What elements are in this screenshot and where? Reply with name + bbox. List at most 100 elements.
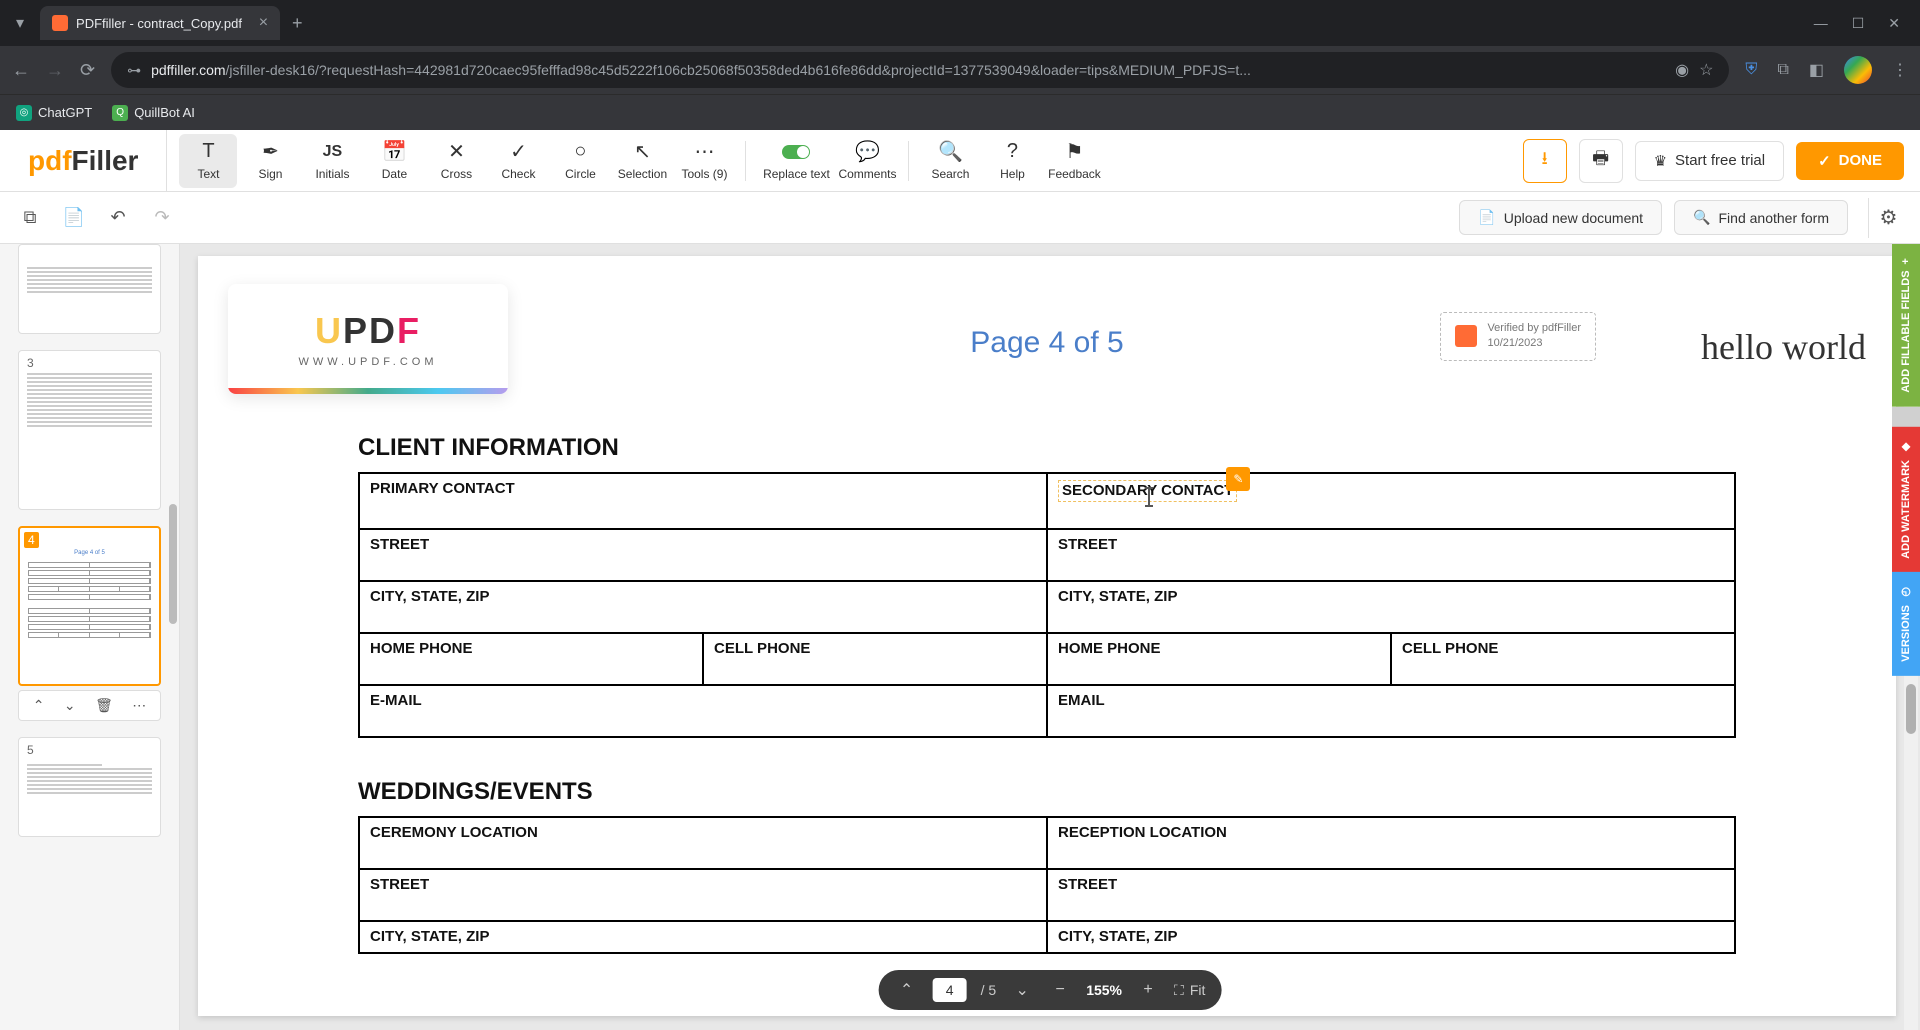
table-cell[interactable]: E-MAIL (359, 685, 1047, 737)
comments-icon: 💬 (855, 141, 880, 163)
print-button[interactable]: 🖶 (1579, 139, 1623, 183)
browser-menu-icon[interactable]: ⋮ (1892, 60, 1908, 80)
prev-page-icon[interactable]: ⌃ (895, 980, 919, 1000)
side-tab-watermark[interactable]: ADD WATERMARK ◆ (1892, 427, 1920, 573)
page-thumbnail[interactable]: 5 (18, 737, 161, 837)
field-edit-icon[interactable]: ✎ (1226, 467, 1250, 491)
zoom-in-icon[interactable]: + (1136, 981, 1160, 999)
table-cell[interactable]: STREET (359, 869, 1047, 921)
zoom-out-icon[interactable]: − (1048, 981, 1072, 999)
tool-feedback[interactable]: ⚑Feedback (1045, 134, 1103, 188)
find-form-button[interactable]: 🔍Find another form (1674, 200, 1848, 235)
table-cell[interactable]: STREET (359, 529, 1047, 581)
table-cell[interactable]: CITY, STATE, ZIP (359, 581, 1047, 633)
tool-tools[interactable]: ⋯Tools (9) (675, 134, 733, 188)
nav-extension-icons: ⛨ ⧉ ◧ ⋮ (1745, 56, 1908, 84)
current-page-input[interactable] (933, 978, 967, 1002)
fit-button[interactable]: ⛶Fit (1174, 982, 1205, 999)
done-button[interactable]: ✓DONE (1796, 142, 1904, 180)
tab-list-dropdown-icon[interactable]: ▾ (8, 13, 32, 33)
tool-help[interactable]: ?Help (983, 134, 1041, 188)
thumb-move-down-icon[interactable]: ⌄ (64, 697, 76, 714)
canvas-area[interactable]: UPDF WWW.UPDF.COM Page 4 of 5 Verified b… (180, 244, 1920, 1030)
back-icon[interactable]: ← (12, 60, 30, 81)
verified-badge[interactable]: Verified by pdfFiller10/21/2023 (1440, 312, 1596, 361)
user-text-annotation[interactable]: hello world (1701, 326, 1866, 368)
bookmark-star-icon[interactable]: ☆ (1699, 60, 1713, 80)
tool-date[interactable]: 📅Date (365, 134, 423, 188)
upload-document-button[interactable]: 📄Upload new document (1459, 200, 1662, 235)
table-cell[interactable]: RECEPTION LOCATION (1047, 817, 1735, 869)
document-actions-button[interactable]: 📄 (56, 200, 92, 236)
replace-text-icon (782, 141, 810, 163)
table-cell[interactable]: STREET (1047, 869, 1735, 921)
table-cell[interactable]: CELL PHONE (703, 633, 1047, 685)
tool-check[interactable]: ✓Check (489, 134, 547, 188)
side-tab-fillable-fields[interactable]: ADD FILLABLE FIELDS + (1892, 244, 1920, 407)
download-button[interactable]: ⭳ (1523, 139, 1567, 183)
bookmark-bar: ◎ ChatGPT Q QuillBot AI (0, 94, 1920, 130)
profile-avatar[interactable] (1844, 56, 1872, 84)
table-cell-active[interactable]: SECONDARY CONTACT ✎ (1047, 473, 1735, 529)
table-cell[interactable]: EMAIL (1047, 685, 1735, 737)
active-text-field[interactable]: SECONDARY CONTACT ✎ (1058, 480, 1237, 502)
thumb-move-up-icon[interactable]: ⌃ (33, 697, 45, 714)
text-cursor-icon (1148, 487, 1150, 507)
minimize-icon[interactable]: — (1814, 15, 1828, 32)
tab-close-icon[interactable]: × (259, 14, 268, 32)
page-thumbnail[interactable] (18, 244, 161, 334)
undo-button[interactable]: ↶ (100, 200, 136, 236)
tool-search[interactable]: 🔍Search (921, 134, 979, 188)
start-trial-button[interactable]: ♛Start free trial (1635, 141, 1784, 181)
tool-circle[interactable]: ○Circle (551, 134, 609, 188)
site-info-icon[interactable]: ⊶ (127, 62, 141, 79)
url-bar[interactable]: ⊶ pdffiller.com/jsfiller-desk16/?request… (111, 52, 1729, 88)
table-cell[interactable]: STREET (1047, 529, 1735, 581)
table-cell[interactable]: CITY, STATE, ZIP (359, 921, 1047, 953)
bookmark-chatgpt[interactable]: ◎ ChatGPT (16, 105, 92, 121)
table-cell[interactable]: CITY, STATE, ZIP (1047, 921, 1735, 953)
tool-cross[interactable]: ✕Cross (427, 134, 485, 188)
done-check-icon: ✓ (1818, 152, 1831, 170)
table-cell[interactable]: HOME PHONE (359, 633, 703, 685)
close-window-icon[interactable]: ✕ (1888, 15, 1900, 32)
chatgpt-icon: ◎ (16, 105, 32, 121)
sidepanel-icon[interactable]: ◧ (1809, 60, 1824, 80)
tool-comments[interactable]: 💬Comments (838, 134, 896, 188)
thumbnail-scrollbar[interactable] (169, 504, 177, 624)
nav-bar: ← → ⟳ ⊶ pdffiller.com/jsfiller-desk16/?r… (0, 46, 1920, 94)
tool-sign[interactable]: ✒Sign (241, 134, 299, 188)
side-scrollbar-track[interactable] (1892, 407, 1920, 427)
maximize-icon[interactable]: ☐ (1852, 15, 1865, 32)
google-lens-icon[interactable]: ◉ (1675, 60, 1689, 80)
tool-text[interactable]: TText (179, 134, 237, 188)
forward-icon[interactable]: → (46, 60, 64, 81)
tool-replace-text[interactable]: Replace text (758, 134, 834, 188)
settings-button[interactable]: ⚙ (1868, 198, 1908, 238)
tool-initials[interactable]: JSInitials (303, 134, 361, 188)
thumb-more-icon[interactable]: ⋯ (132, 697, 146, 714)
pages-panel-button[interactable]: ⧉ (12, 200, 48, 236)
table-cell[interactable]: CELL PHONE (1391, 633, 1735, 685)
next-page-icon[interactable]: ⌄ (1010, 980, 1034, 1000)
reload-icon[interactable]: ⟳ (80, 60, 95, 81)
bookmark-quillbot[interactable]: Q QuillBot AI (112, 105, 195, 121)
page-thumbnail[interactable]: 3 (18, 350, 161, 510)
side-tab-versions[interactable]: VERSIONS ◷ (1892, 572, 1920, 676)
extensions-icon[interactable]: ⧉ (1777, 61, 1788, 79)
page-thumbnail-active[interactable]: 4 Page 4 of 5 (18, 526, 161, 686)
table-cell[interactable]: CITY, STATE, ZIP (1047, 581, 1735, 633)
shield-icon[interactable]: ⛨ (1745, 61, 1757, 79)
redo-button[interactable]: ↷ (144, 200, 180, 236)
more-tools-icon: ⋯ (694, 141, 714, 163)
thumbnail-panel[interactable]: 3 4 Page 4 of 5 (0, 244, 180, 1030)
pdffiller-logo[interactable]: pdfFiller (0, 145, 166, 177)
new-tab-button[interactable]: + (280, 13, 315, 34)
tool-selection[interactable]: ↖Selection (613, 134, 671, 188)
table-cell[interactable]: PRIMARY CONTACT (359, 473, 1047, 529)
browser-tab[interactable]: PDFfiller - contract_Copy.pdf × (40, 6, 280, 40)
table-cell[interactable]: HOME PHONE (1047, 633, 1391, 685)
thumb-delete-icon[interactable]: 🗑 (95, 697, 113, 714)
table-cell[interactable]: CEREMONY LOCATION (359, 817, 1047, 869)
document-page[interactable]: UPDF WWW.UPDF.COM Page 4 of 5 Verified b… (198, 256, 1896, 1016)
